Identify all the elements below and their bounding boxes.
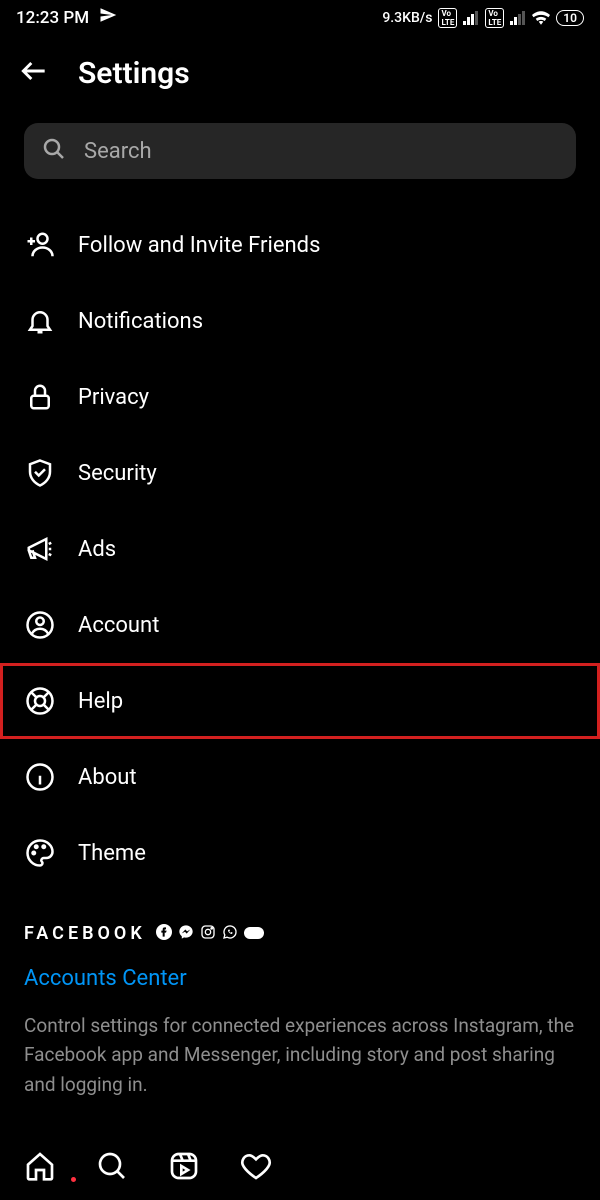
facebook-icon [156,924,172,944]
menu-item-help[interactable]: Help [0,663,600,739]
header: Settings [0,31,600,123]
menu-item-follow-invite[interactable]: Follow and Invite Friends [24,207,576,283]
megaphone-icon [24,533,56,565]
menu-item-ads[interactable]: Ads [24,511,576,587]
accounts-center-description: Control settings for connected experienc… [0,999,600,1099]
oculus-icon [244,924,264,943]
status-time: 12:23 PM [16,8,89,28]
nav-activity-icon[interactable] [240,1150,272,1186]
menu-label: Account [78,613,159,638]
account-circle-icon [24,609,56,641]
status-bar: 12:23 PM 9.3KB/s VoLTE VoLTE 10 [0,0,600,31]
settings-menu: Follow and Invite Friends Notifications … [0,207,600,891]
menu-label: About [78,765,137,790]
menu-item-privacy[interactable]: Privacy [24,359,576,435]
whatsapp-icon [222,924,238,944]
menu-label: Notifications [78,309,203,334]
menu-label: Privacy [78,385,149,410]
menu-item-security[interactable]: Security [24,435,576,511]
palette-icon [24,837,56,869]
facebook-section: FACEBOOK [0,891,600,944]
nav-reels-icon[interactable] [168,1150,200,1186]
bell-icon [24,305,56,337]
volte-icon-1: VoLTE [438,8,457,28]
menu-label: Theme [78,841,146,866]
network-speed: 9.3KB/s [382,10,432,26]
search-placeholder: Search [84,139,152,164]
menu-item-theme[interactable]: Theme [24,815,576,891]
page-title: Settings [78,56,190,91]
lock-icon [24,381,56,413]
menu-item-account[interactable]: Account [24,587,576,663]
instagram-icon [200,924,216,944]
messenger-icon [178,924,194,944]
search-icon [42,137,66,165]
search-input[interactable]: Search [24,123,576,179]
bottom-nav [0,1138,600,1200]
menu-label: Security [78,461,157,486]
lifebuoy-icon [24,685,56,717]
shield-check-icon [24,457,56,489]
back-arrow-icon[interactable] [18,55,50,91]
signal-icon-2 [510,11,526,25]
volte-icon-2: VoLTE [485,8,504,28]
facebook-label: FACEBOOK [24,923,146,944]
wifi-icon [532,11,550,25]
nav-home-icon[interactable] [24,1150,56,1186]
person-add-icon [24,229,56,261]
notification-dot-icon [71,1177,76,1182]
battery-icon: 10 [556,10,584,26]
info-icon [24,761,56,793]
menu-label: Ads [78,537,116,562]
menu-item-notifications[interactable]: Notifications [24,283,576,359]
menu-label: Follow and Invite Friends [78,233,320,258]
accounts-center-link[interactable]: Accounts Center [0,944,600,999]
menu-item-about[interactable]: About [24,739,576,815]
nav-search-icon[interactable] [96,1150,128,1186]
signal-icon-1 [463,11,479,25]
send-icon [99,6,117,29]
menu-label: Help [78,689,123,714]
